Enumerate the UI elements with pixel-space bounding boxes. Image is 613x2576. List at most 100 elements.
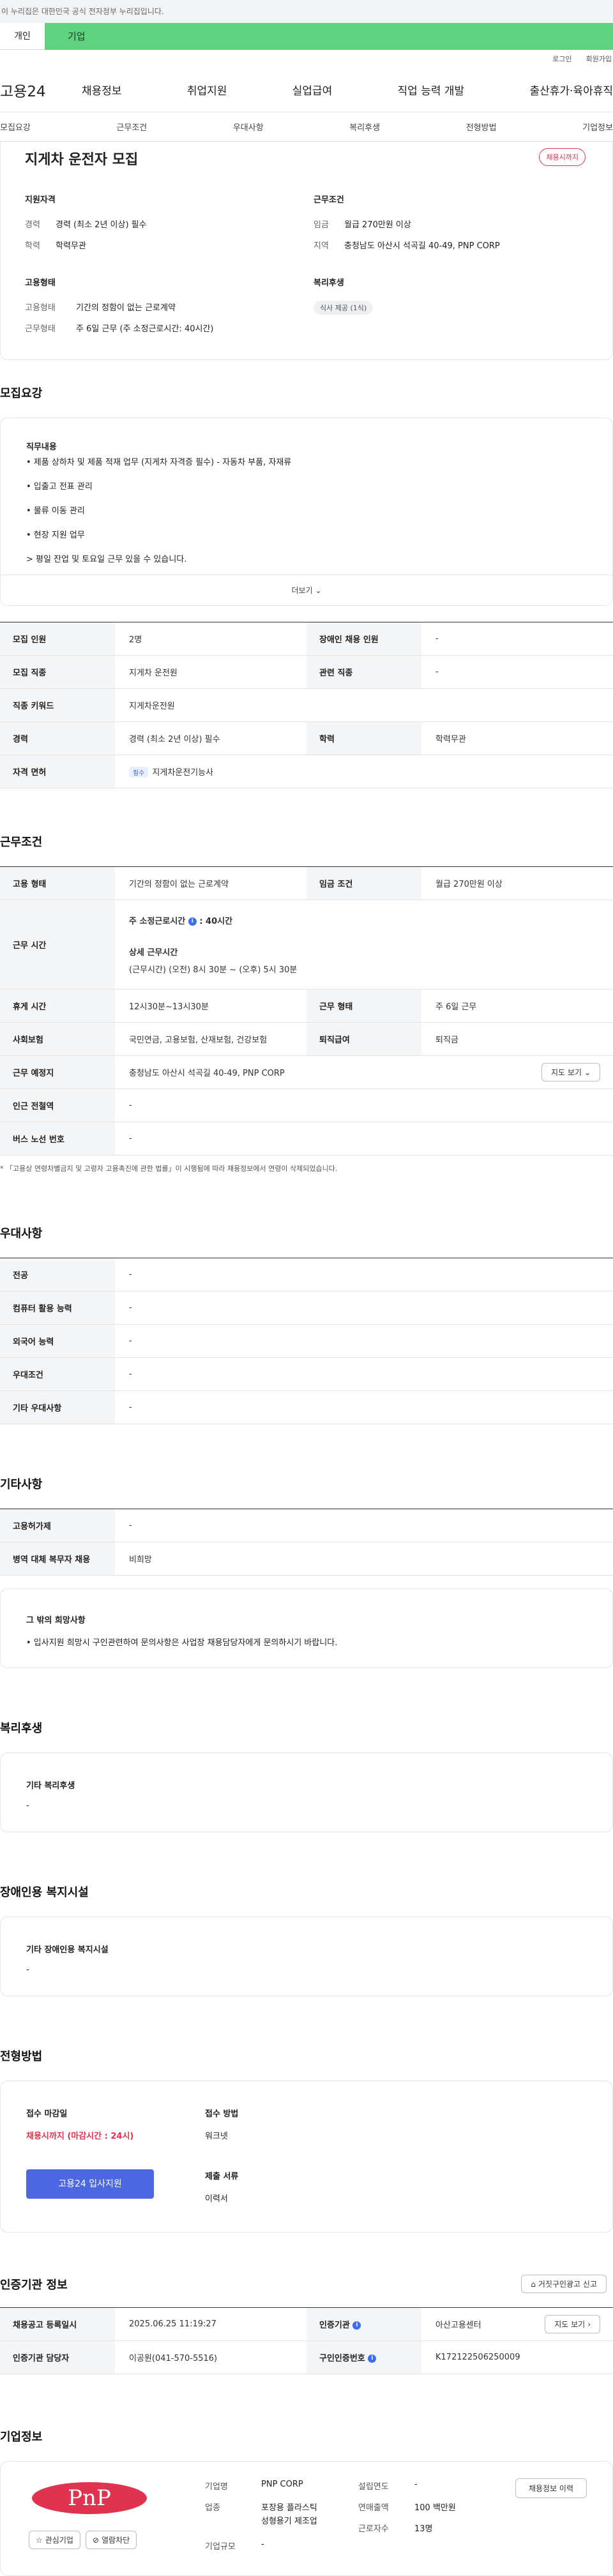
welfare-box: 기타 복리후생 - bbox=[0, 1752, 613, 1832]
sales-value: 100 백만원 bbox=[414, 2503, 456, 2513]
interest-button[interactable]: ☆ 관심기업 bbox=[29, 2531, 80, 2549]
more-button[interactable]: 더보기 ⌄ bbox=[1, 575, 612, 605]
qual-group: 지원자격 경력 경력 (최소 2년 이상) 필수 학력 학력무관 bbox=[25, 193, 280, 260]
duty-line: • 물류 이동 관리 bbox=[26, 506, 85, 516]
row-label: 장애인 채용 인원 bbox=[306, 622, 421, 656]
row-value: K172122506250009 bbox=[421, 2340, 613, 2374]
hours-label: 주 소정근로시간 bbox=[129, 917, 186, 926]
join-link[interactable]: 회원가입 bbox=[586, 54, 612, 64]
section-nav: 모집요강 근무조건 우대사항 복리후생 전형방법 기업정보 bbox=[0, 112, 613, 142]
disability-box: 기타 장애인용 복지시설 - bbox=[0, 1917, 613, 1996]
industry-label: 업종 bbox=[205, 2503, 220, 2513]
snb-recruit[interactable]: 모집요강 bbox=[0, 121, 31, 133]
login-link[interactable]: 로그인 bbox=[552, 54, 571, 64]
map-label: 지도 보기 bbox=[554, 2320, 586, 2329]
tab-enterprise[interactable]: 기업 bbox=[45, 23, 613, 50]
deadline-group: 접수 마감일 채용시까지 (마감시간 : 24시) 고용24 입사지원 bbox=[26, 2107, 154, 2199]
snb-welfare[interactable]: 복리후생 bbox=[349, 121, 380, 133]
pref-table: 전공 - 컴퓨터 활용 능력 - 외국어 능력 - 우대조건 - 기타 우대사항 - bbox=[0, 1258, 613, 1424]
age-note: * 「고용상 연령차별금지 및 고령자 고용촉진에 관한 법률」이 시행됨에 따… bbox=[0, 1164, 338, 1173]
method-label: 접수 방법 bbox=[205, 2109, 239, 2119]
company-actions: ☆ 관심기업 ⊘ 열람차단 bbox=[29, 2531, 137, 2549]
global-nav: 고용24 채용정보 취업지원 실업급여 직업 능력 개발 출산휴가·육아휴직 bbox=[0, 68, 613, 112]
qual-heading: 지원자격 bbox=[25, 195, 56, 205]
row-value: 아산고용센터 bbox=[435, 2321, 481, 2330]
gnb-item-leave[interactable]: 출산휴가·육아휴직 bbox=[529, 82, 613, 98]
apply-button[interactable]: 고용24 입사지원 bbox=[26, 2169, 154, 2199]
megaphone-icon: ⌂ bbox=[531, 2279, 536, 2289]
year-value: - bbox=[414, 2480, 418, 2489]
snb-company[interactable]: 기업정보 bbox=[582, 121, 613, 133]
logo-text: PnP bbox=[32, 2482, 147, 2514]
row-label: 학력 bbox=[306, 721, 421, 755]
hours-line: 주 소정근로시간 i : 40시간 bbox=[129, 914, 613, 926]
emp-heading: 고용형태 bbox=[25, 278, 56, 288]
tab-personal[interactable]: 개인 bbox=[0, 23, 45, 50]
wage-value: 월급 270만원 이상 bbox=[344, 220, 411, 230]
docs-value: 이력서 bbox=[205, 2194, 228, 2204]
gnb-item-employment-support[interactable]: 취업지원 bbox=[187, 82, 227, 98]
gnb-item-jobs[interactable]: 채용정보 bbox=[82, 82, 122, 98]
name-value: PNP CORP bbox=[261, 2480, 303, 2489]
row-value: 퇴직금 bbox=[421, 1022, 613, 1056]
info-icon[interactable]: i bbox=[368, 2354, 377, 2363]
row-value: - bbox=[115, 1291, 613, 1325]
table-row: 기타 우대사항 - bbox=[0, 1390, 613, 1424]
gnb-item-training[interactable]: 직업 능력 개발 bbox=[398, 82, 465, 98]
row-value: - bbox=[115, 1122, 613, 1156]
welfare-box-heading: 기타 복리후생 bbox=[26, 1781, 75, 1791]
row-label: 근무 예정지 bbox=[0, 1055, 115, 1089]
table-row: 고용 형태 기간의 정함이 없는 근로계약 임금 조건 월급 270만원 이상 bbox=[0, 866, 613, 900]
info-icon[interactable]: i bbox=[352, 2321, 361, 2330]
table-row: 외국어 능력 - bbox=[0, 1324, 613, 1358]
other-wish-text: • 입사지원 희망시 구인관련하여 문의사항은 사업장 채용담당자에게 문의하시… bbox=[26, 1638, 338, 1648]
gov-banner-text: 이 누리집은 대한민국 공식 전자정부 누리집입니다. bbox=[1, 7, 164, 16]
snb-process[interactable]: 전형방법 bbox=[466, 121, 497, 133]
row-value: - bbox=[115, 1357, 613, 1391]
emp-type-label: 고용형태 bbox=[25, 303, 56, 313]
block-button[interactable]: ⊘ 열람차단 bbox=[85, 2531, 137, 2549]
docs-label: 제출 서류 bbox=[205, 2172, 239, 2181]
disability-value: - bbox=[26, 1965, 29, 1975]
chevron-right-icon: › bbox=[587, 2319, 591, 2329]
row-value: - bbox=[115, 1390, 613, 1424]
agency-header: 인증기관 정보 ⌂ 거짓구인광고 신고 bbox=[0, 2275, 613, 2293]
info-icon[interactable]: i bbox=[188, 917, 197, 926]
row-value: - bbox=[421, 622, 613, 656]
etc-table: 고용허가제 - 병역 대체 복무자 채용 비희망 bbox=[0, 1509, 613, 1576]
row-label: 전공 bbox=[0, 1258, 115, 1292]
process-box: 접수 마감일 채용시까지 (마감시간 : 24시) 고용24 입사지원 접수 방… bbox=[0, 2081, 613, 2233]
welfare-title: 복리후생 bbox=[0, 1722, 43, 1735]
deadline-value: 채용시까지 (마감시간 : 24시) bbox=[26, 2132, 134, 2141]
gnb-item-unemployment[interactable]: 실업급여 bbox=[292, 82, 333, 98]
table-row: 인증기관 담당자 이공원(041-570-5516) 구인인증번호 i K172122… bbox=[0, 2340, 613, 2374]
deadline-label: 접수 마감일 bbox=[26, 2109, 68, 2119]
snb-pref[interactable]: 우대사항 bbox=[233, 121, 264, 133]
row-value: - bbox=[115, 1324, 613, 1358]
row-label: 근무 형태 bbox=[306, 989, 421, 1023]
method-group: 접수 방법 워크넷 제출 서류 이력서 bbox=[205, 2107, 238, 2204]
pref-title: 우대사항 bbox=[0, 1227, 43, 1240]
row-value: - bbox=[115, 1258, 613, 1292]
place-cell: 충청남도 아산시 석곡길 40-49, PNP CORP 지도 보기 ⌄ bbox=[115, 1055, 613, 1089]
hours-value: : 40시간 bbox=[199, 917, 233, 926]
work-form-value: 주 6일 근무 (주 소정근로시간: 40시간) bbox=[76, 324, 214, 334]
history-button[interactable]: 채용정보 이력 bbox=[515, 2478, 587, 2498]
table-row: 전공 - bbox=[0, 1258, 613, 1292]
site-logo[interactable]: 고용24 bbox=[0, 79, 82, 101]
duty-line: • 제품 상하차 및 제품 적재 업무 (지게차 자격증 필수) - 자동차 부… bbox=[26, 458, 292, 467]
report-button[interactable]: ⌂ 거짓구인광고 신고 bbox=[521, 2275, 607, 2293]
name-label: 기업명 bbox=[205, 2482, 228, 2492]
row-value: 2025.06.25 11:19:27 bbox=[115, 2307, 306, 2341]
table-row: 근무 예정지 충청남도 아산시 석곡길 40-49, PNP CORP 지도 보기 ⌄ bbox=[0, 1055, 613, 1089]
row-label: 버스 노선 번호 bbox=[0, 1122, 115, 1156]
row-label: 근무 시간 bbox=[0, 900, 115, 990]
process-title: 전형방법 bbox=[0, 2050, 43, 2063]
cond-group: 근무조건 임금 월급 270만원 이상 지역 충청남도 아산시 석곡길 40-49,… bbox=[314, 193, 582, 260]
agency-map-button[interactable]: 지도 보기 › bbox=[545, 2315, 600, 2333]
summary-card: 지게차 운전자 모집 채용시까지 지원자격 경력 경력 (최소 2년 이상) 필수… bbox=[0, 142, 613, 360]
snb-work[interactable]: 근무조건 bbox=[116, 121, 147, 133]
interest-label: 관심기업 bbox=[45, 2536, 73, 2545]
map-button[interactable]: 지도 보기 ⌄ bbox=[541, 1063, 600, 1081]
chevron-down-icon: ⌄ bbox=[315, 586, 322, 595]
